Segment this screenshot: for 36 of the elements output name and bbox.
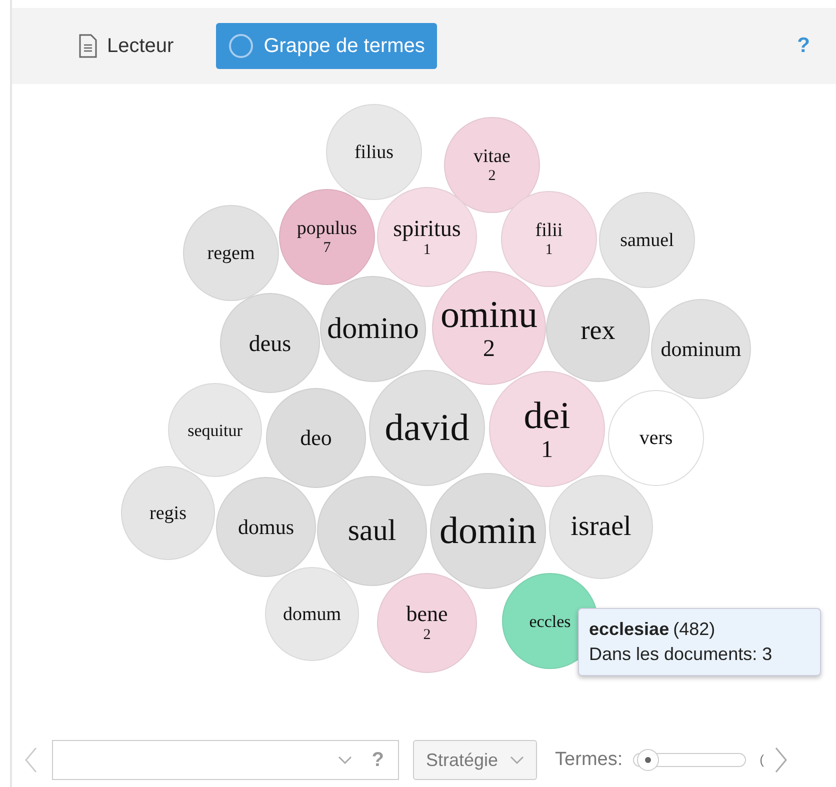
term-bubble[interactable]: filius	[326, 104, 422, 200]
terms-value: (	[760, 751, 764, 770]
strategy-select[interactable]: Stratégie	[413, 740, 538, 780]
term-bubble[interactable]: domin	[430, 473, 546, 589]
term-bubble[interactable]: samuel	[599, 192, 695, 288]
chevron-down-icon	[510, 756, 524, 764]
term-bubble[interactable]: sequitur	[168, 383, 262, 477]
term-bubble[interactable]: vers	[608, 390, 704, 486]
term-bubble[interactable]: vitae 2	[444, 117, 540, 213]
term-bubble[interactable]: domino	[320, 276, 426, 382]
term-bubble[interactable]: saul	[317, 476, 427, 586]
term-bubble[interactable]: dominum	[651, 299, 751, 399]
term-bubble[interactable]: spiritus 1	[377, 187, 477, 287]
term-bubble[interactable]: filii 1	[501, 191, 597, 287]
previous-icon[interactable]	[24, 746, 38, 774]
term-bubble[interactable]: deo	[266, 388, 366, 488]
document-icon	[79, 34, 97, 58]
next-icon[interactable]	[774, 746, 788, 774]
term-bubble[interactable]: bene 2	[377, 573, 477, 673]
term-bubble[interactable]: dei 1	[489, 371, 605, 487]
terms-label: Termes:	[555, 748, 623, 772]
term-bubble[interactable]: deus	[220, 293, 320, 393]
term-bubble[interactable]: populus 7	[279, 189, 375, 285]
chevron-down-icon	[338, 756, 352, 764]
tooltip-frequency: (482)	[673, 619, 716, 639]
term-bubble[interactable]: rex	[546, 278, 650, 382]
term-bubble[interactable]: ominu 2	[432, 271, 546, 385]
tab[interactable]: Lecteur	[67, 23, 186, 69]
circle-icon	[228, 33, 254, 59]
term-bubble[interactable]: domum	[265, 567, 359, 661]
term-bubble[interactable]: israel	[549, 475, 653, 579]
slider-thumb[interactable]	[636, 749, 659, 771]
term-bubble[interactable]: regem	[183, 205, 279, 301]
term-bubble[interactable]: david	[369, 370, 485, 486]
term-bubble[interactable]: regis	[121, 466, 215, 560]
term-bubble[interactable]: domus	[216, 477, 316, 577]
